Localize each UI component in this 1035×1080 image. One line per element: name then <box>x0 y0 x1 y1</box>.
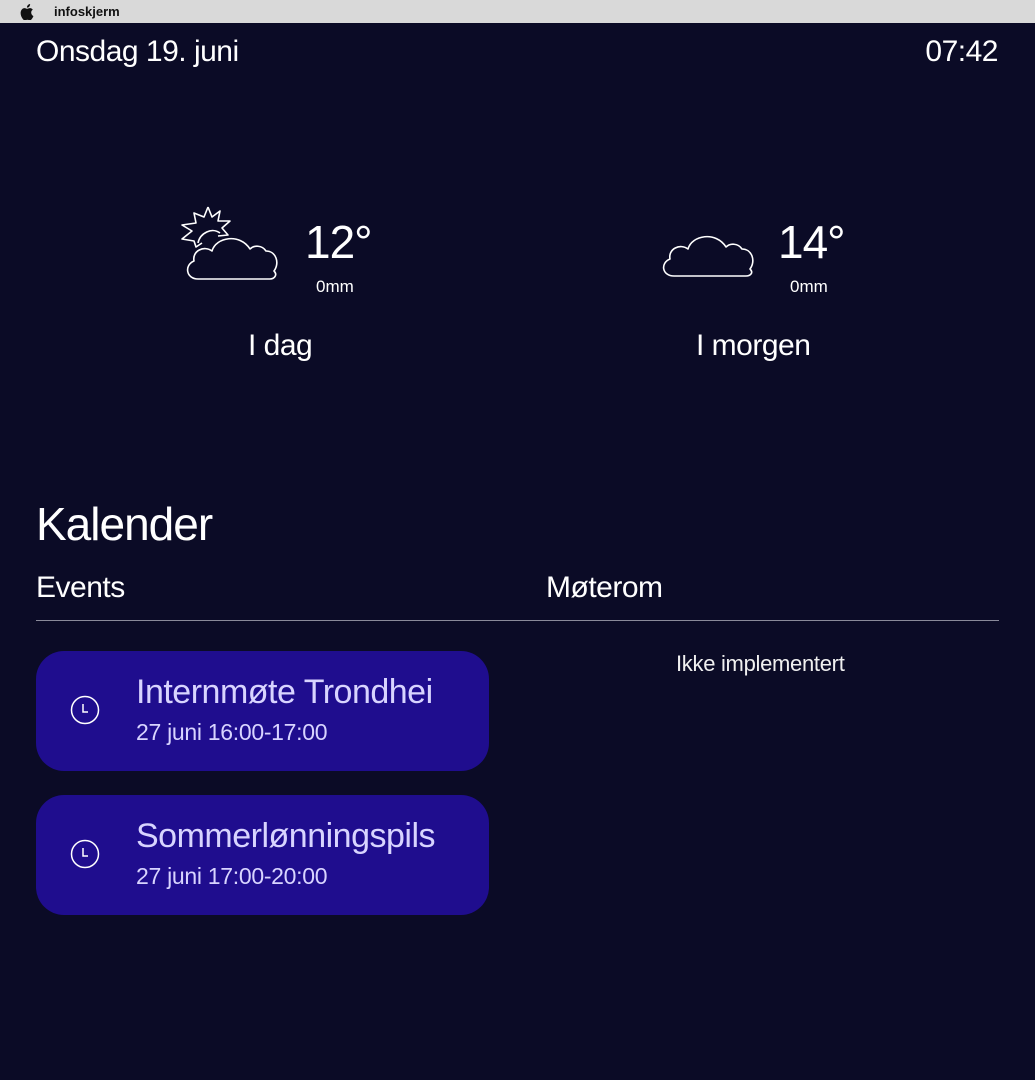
precipitation-today: 0mm <box>316 277 354 296</box>
event-time: 27 juni 17:00-20:00 <box>136 863 328 889</box>
cloud-icon <box>662 235 754 277</box>
temperature-today: 12° <box>305 216 373 268</box>
clock-icon <box>70 695 100 725</box>
day-label-today: I dag <box>248 329 313 362</box>
calendar-title: Kalender <box>36 498 213 550</box>
event-time: 27 juni 16:00-17:00 <box>136 719 328 745</box>
event-card[interactable]: Sommerlønningspils 27 juni 17:00-20:00 <box>36 795 489 915</box>
divider <box>36 620 999 621</box>
event-title: Internmøte Trondhei <box>136 673 433 711</box>
events-heading: Events <box>36 571 125 604</box>
current-time: 07:42 <box>925 35 998 68</box>
clock-icon <box>70 839 100 869</box>
meeting-rooms-heading: Møterom <box>546 571 663 604</box>
meeting-rooms-status: Ikke implementert <box>676 651 845 676</box>
weather-today: 12° 0mm I dag <box>178 203 418 373</box>
app-name[interactable]: infoskjerm <box>54 4 120 19</box>
menu-bar: infoskjerm <box>0 0 1035 23</box>
event-title: Sommerlønningspils <box>136 817 436 855</box>
current-date: Onsdag 19. juni <box>36 35 239 68</box>
apple-icon[interactable] <box>19 3 35 20</box>
event-card[interactable]: Internmøte Trondhei 27 juni 16:00-17:00 <box>36 651 489 771</box>
day-label-tomorrow: I morgen <box>696 329 811 362</box>
temperature-tomorrow: 14° <box>778 216 846 268</box>
info-screen: Onsdag 19. juni 07:42 12° 0mm I dag 14° … <box>0 23 1035 1080</box>
partly-sunny-icon <box>181 206 278 280</box>
weather-tomorrow: 14° 0mm I morgen <box>656 203 896 373</box>
precipitation-tomorrow: 0mm <box>790 277 828 296</box>
